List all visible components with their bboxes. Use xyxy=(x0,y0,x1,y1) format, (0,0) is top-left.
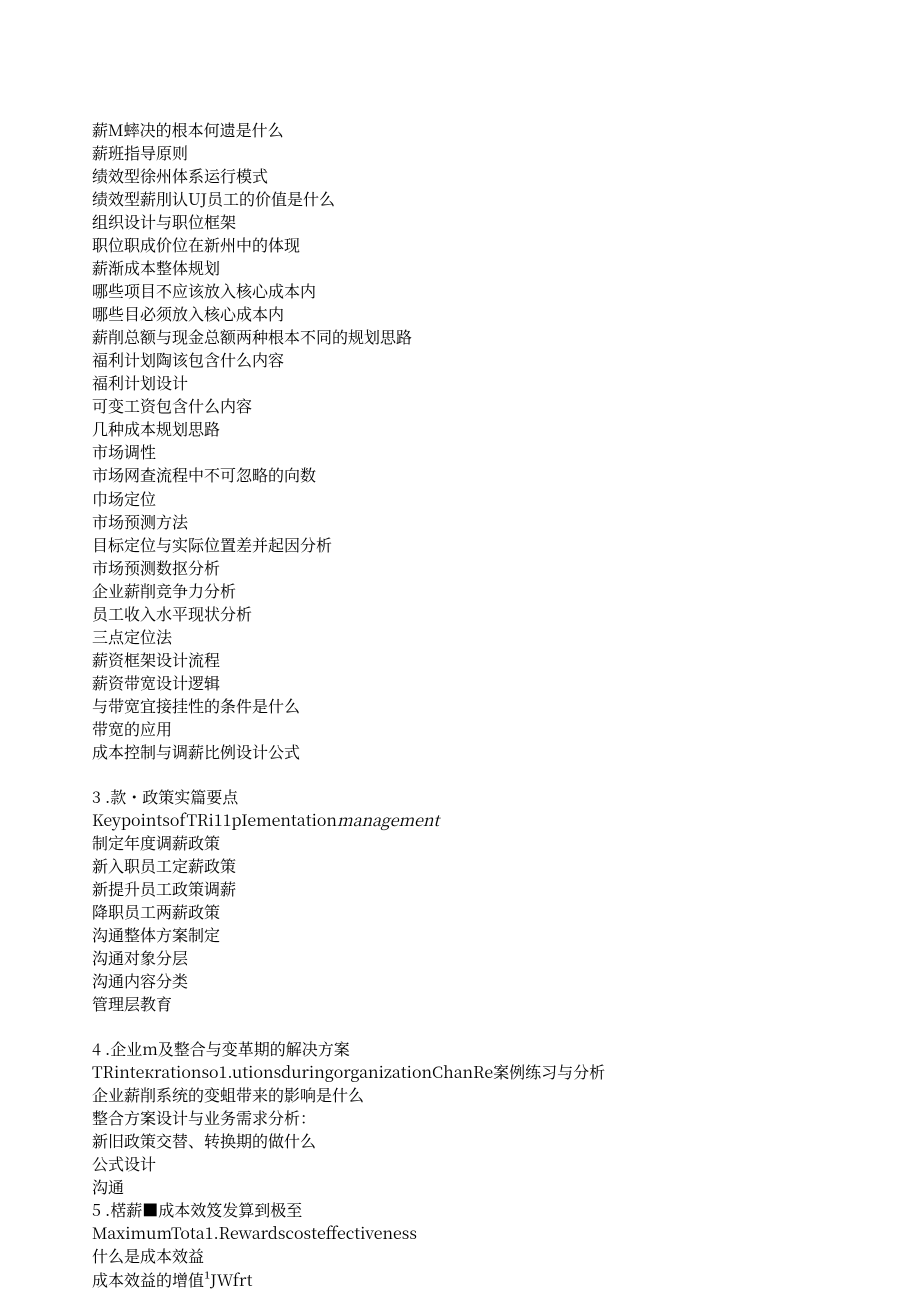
list-item: 制定年度调薪政策 xyxy=(92,831,830,854)
list-item: TRinteкrationso1.utionsduringorganizatio… xyxy=(92,1060,830,1083)
list-item: 沟通整体方案制定 xyxy=(92,923,830,946)
en-prefix: KeypointsofTRi11pIementation xyxy=(92,808,337,831)
list-item: 职位职成价位在新州中的体现 xyxy=(92,233,830,256)
list-item: 沟通 xyxy=(92,1175,830,1198)
list-item: 哪些项目不应该放入核心成本内 xyxy=(92,279,830,302)
list-item: 组织设计与职位框架 xyxy=(92,210,830,233)
list-item: 巾场定位 xyxy=(92,487,830,510)
list-item: 哪些目必须放入核心成本内 xyxy=(92,302,830,325)
list-item: 企业薪削系统的变蛆带来的影响是什么 xyxy=(92,1083,830,1106)
list-item: 公式设计 xyxy=(92,1152,830,1175)
list-item: 新旧政策交替、转换期的做什么 xyxy=(92,1129,830,1152)
list-item: 福利计划设计 xyxy=(92,371,830,394)
list-item: 带宽的应用 xyxy=(92,717,830,740)
list-item: 市场网查流程中不可忽略的向数 xyxy=(92,463,830,486)
list-item: 新入职员工定薪政策 xyxy=(92,854,830,877)
list-item: 三点定位法 xyxy=(92,625,830,648)
list-item: 市场调性 xyxy=(92,440,830,463)
list-item: 什么是成本效益 xyxy=(92,1244,830,1267)
section-3-heading: 3 .款・政策实篇要点 xyxy=(92,785,830,808)
list-item: 目标定位与实际位置差并起因分析 xyxy=(92,533,830,556)
list-item: 成本效益的增值¹JWfrt xyxy=(92,1268,830,1291)
list-item: 企业薪削竞争力分析 xyxy=(92,579,830,602)
list-item: MaximumTota1.Rewardscosteffectiveness xyxy=(92,1221,830,1244)
section-4-heading: 4 .企业m及整合与变革期的解决方案 xyxy=(92,1037,830,1060)
section-5-heading: 5 .楛薪■成本效笈发算到极至 xyxy=(92,1198,830,1221)
list-item: 市场预测方法 xyxy=(92,510,830,533)
section-3: 3 .款・政策实篇要点 KeypointsofTRi11pIementation… xyxy=(92,785,830,1015)
document-page: 薪M蟀决的根本何遗是什么 薪班指导原则 绩效型徐州体系运行模式 绩效型薪刖认UJ… xyxy=(0,0,920,1291)
list-item: 绩效型徐州体系运行模式 xyxy=(92,164,830,187)
list-item: 整合方案设计与业务需求分析： xyxy=(92,1106,830,1129)
list-item: 市场预测数抠分析 xyxy=(92,556,830,579)
list-item: 沟通内容分类 xyxy=(92,969,830,992)
list-item: 管理层教育 xyxy=(92,992,830,1015)
list-item: 薪渐成本整体规划 xyxy=(92,256,830,279)
list-item: 新提升员工政策调薪 xyxy=(92,877,830,900)
en-italic: management xyxy=(337,808,439,831)
list-item: 薪M蟀决的根本何遗是什么 xyxy=(92,118,830,141)
section-5: 5 .楛薪■成本效笈发算到极至 MaximumTota1.Rewardscost… xyxy=(92,1198,830,1290)
section-1-list: 薪M蟀决的根本何遗是什么 薪班指导原则 绩效型徐州体系运行模式 绩效型薪刖认UJ… xyxy=(92,118,830,763)
list-item: 降职员工两薪政策 xyxy=(92,900,830,923)
list-item: 薪削总额与现金总额两种根本不同的规划思路 xyxy=(92,325,830,348)
list-item: 员工收入水平现状分析 xyxy=(92,602,830,625)
list-item: 薪资带宽设计逻辑 xyxy=(92,671,830,694)
section-3-en: KeypointsofTRi11pIementationmanagement xyxy=(92,808,830,831)
list-item: 可变工资包含什么内容 xyxy=(92,394,830,417)
list-item: 薪资框架设计流程 xyxy=(92,648,830,671)
list-item: 福利计划陶该包含什么内容 xyxy=(92,348,830,371)
list-item: 与带宽宜接挂性的条件是什么 xyxy=(92,694,830,717)
list-item: 沟通对象分层 xyxy=(92,946,830,969)
list-item: 几种成本规划思路 xyxy=(92,417,830,440)
list-item: 薪班指导原则 xyxy=(92,141,830,164)
list-item: 成本控制与调薪比例设计公式 xyxy=(92,740,830,763)
section-4: 4 .企业m及整合与变革期的解决方案 TRinteкrationso1.utio… xyxy=(92,1037,830,1198)
list-item: 绩效型薪刖认UJ员工的价值是什么 xyxy=(92,187,830,210)
